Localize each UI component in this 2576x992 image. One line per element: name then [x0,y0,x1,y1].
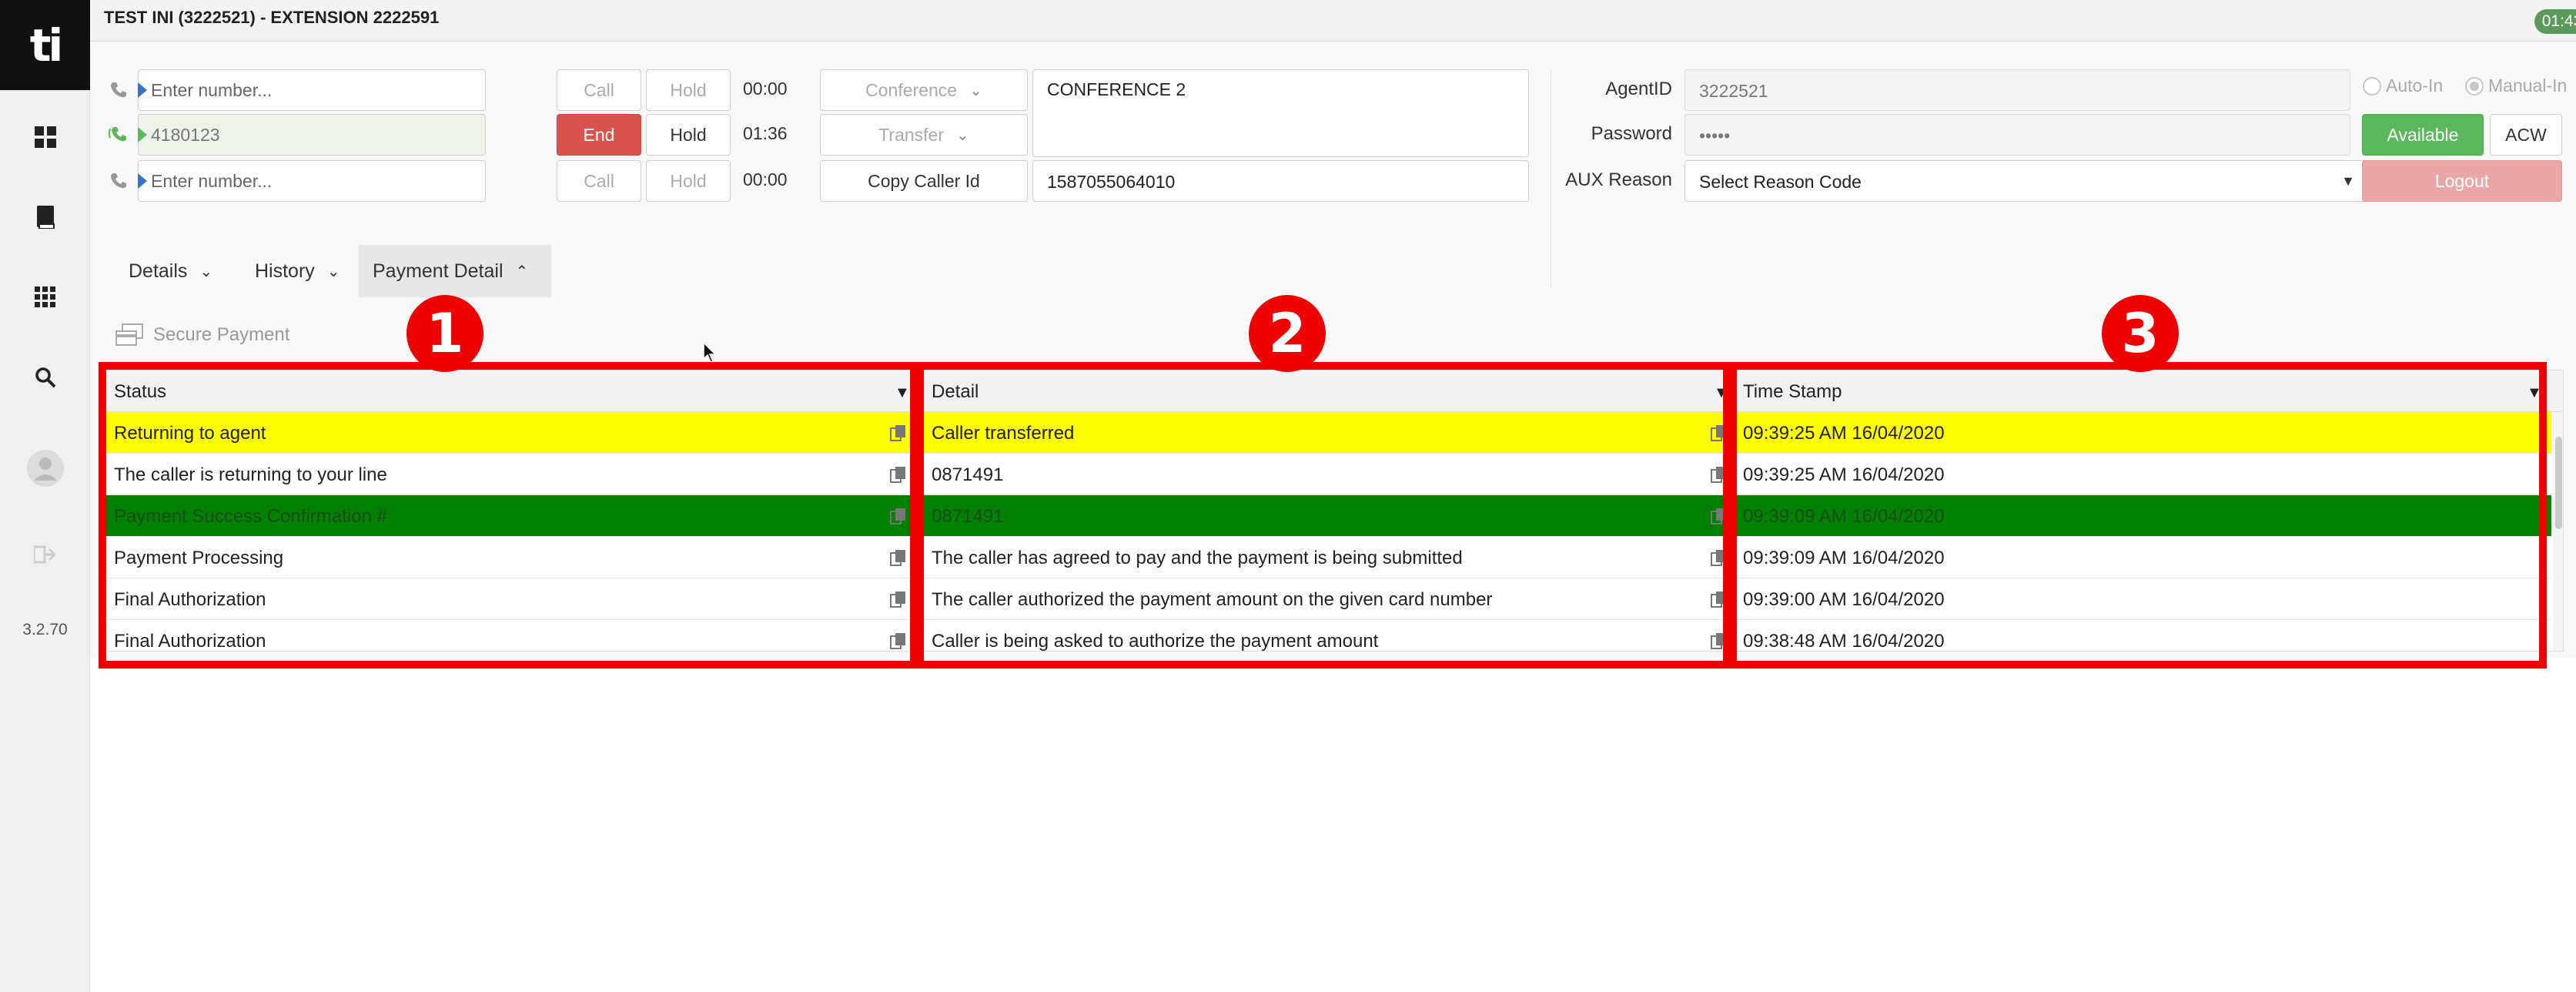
logout-button[interactable]: Logout [2362,160,2562,202]
conference-label: Conference [865,79,958,100]
line2-marker [138,127,147,142]
transfer-label: Transfer [878,124,944,145]
caller-id-field[interactable]: 1587055064010 [1032,160,1529,202]
line2-number-input[interactable] [138,114,486,156]
available-button[interactable]: Available [2362,114,2484,156]
chevron-down-icon: ⌄ [199,263,213,280]
tab-payment-detail[interactable]: Payment Detail ⌃ [359,245,551,297]
dashboard-icon[interactable] [0,114,90,160]
version-label: 3.2.70 [22,621,68,638]
agent-id-field: 3222521 [1684,69,2350,111]
line3-call-button[interactable]: Call [557,160,641,202]
line2-hold-button[interactable]: Hold [646,114,731,156]
phone-ringing-icon [107,122,130,145]
aux-reason-value: Select Reason Code [1699,172,1862,192]
line2-end-button[interactable]: End [557,114,641,156]
mouse-cursor-icon [703,342,717,363]
manual-in-label: Manual-In [2488,75,2568,96]
user-icon[interactable] [0,445,90,491]
radio-circle-icon [2363,76,2381,96]
line2-timer: 01:36 [743,123,788,143]
aux-reason-select[interactable]: Select Reason Code ▼ [1684,160,2370,202]
tab-history[interactable]: History ⌄ [241,245,354,297]
aux-reason-label: AUX Reason [1565,169,1672,190]
search-icon[interactable] [0,354,90,400]
conference-dropdown[interactable]: Conference ⌄ [820,69,1028,111]
annotation-box-1 [99,362,918,669]
auto-in-radio[interactable]: Auto-In [2363,75,2443,96]
agent-extension-title: TEST INI (3222521) - EXTENSION 2222591 [104,8,440,27]
tab-details[interactable]: Details ⌄ [115,245,226,297]
line3-hold-button[interactable]: Hold [646,160,731,202]
sidebar: ti 3.2.70 [0,0,90,992]
book-icon[interactable] [0,194,90,240]
line1-marker [138,82,147,98]
grid-scroll-thumb[interactable] [2555,437,2562,529]
annotation-marker-3: 3 [2102,295,2179,372]
line1-hold-button[interactable]: Hold [646,69,731,111]
line1-timer: 00:00 [743,79,788,99]
agent-id-label: AgentID [1605,79,1672,99]
auto-in-label: Auto-In [2386,75,2444,96]
chevron-down-icon: ⌄ [956,126,969,144]
secure-payment-button[interactable]: Secure Payment [115,323,289,347]
annotation-box-3 [1729,362,2547,669]
password-field: ••••• [1684,114,2350,156]
phone-icon [107,79,130,102]
acw-button[interactable]: ACW [2490,114,2562,156]
password-label: Password [1591,123,1672,144]
line3-timer: 00:00 [743,169,788,189]
line3-marker [138,173,147,189]
sign-out-icon[interactable] [0,531,90,578]
transfer-dropdown[interactable]: Transfer ⌄ [820,114,1028,156]
conference-name-field[interactable]: CONFERENCE 2 [1032,69,1529,157]
annotation-box-2 [916,362,1731,669]
tab-history-label: History [255,260,315,282]
annotation-marker-2: 2 [1249,295,1326,372]
caret-down-icon: ▼ [2341,173,2355,189]
tab-payment-detail-label: Payment Detail [373,260,503,282]
secure-payment-label: Secure Payment [153,324,290,345]
copy-caller-id-button[interactable]: Copy Caller Id [820,160,1028,202]
line1-number-input[interactable] [138,69,486,111]
annotation-marker-1: 1 [406,295,483,372]
phone-icon [107,169,130,193]
line3-number-input[interactable] [138,160,486,202]
tab-details-label: Details [129,260,188,282]
top-bar: TEST INI (3222521) - EXTENSION 2222591 0… [90,0,2576,42]
apps-grid-icon[interactable] [0,274,90,320]
manual-in-radio[interactable]: Manual-In [2465,75,2567,96]
radio-checked-icon [2465,76,2484,96]
line1-call-button[interactable]: Call [557,69,641,111]
session-timer-badge: 01:43 [2534,9,2576,34]
chevron-down-icon: ⌄ [326,263,340,280]
app-logo: ti [0,0,90,90]
chevron-up-icon: ⌃ [515,263,529,280]
secure-payment-icon [115,323,143,346]
chevron-down-icon: ⌄ [969,82,982,99]
